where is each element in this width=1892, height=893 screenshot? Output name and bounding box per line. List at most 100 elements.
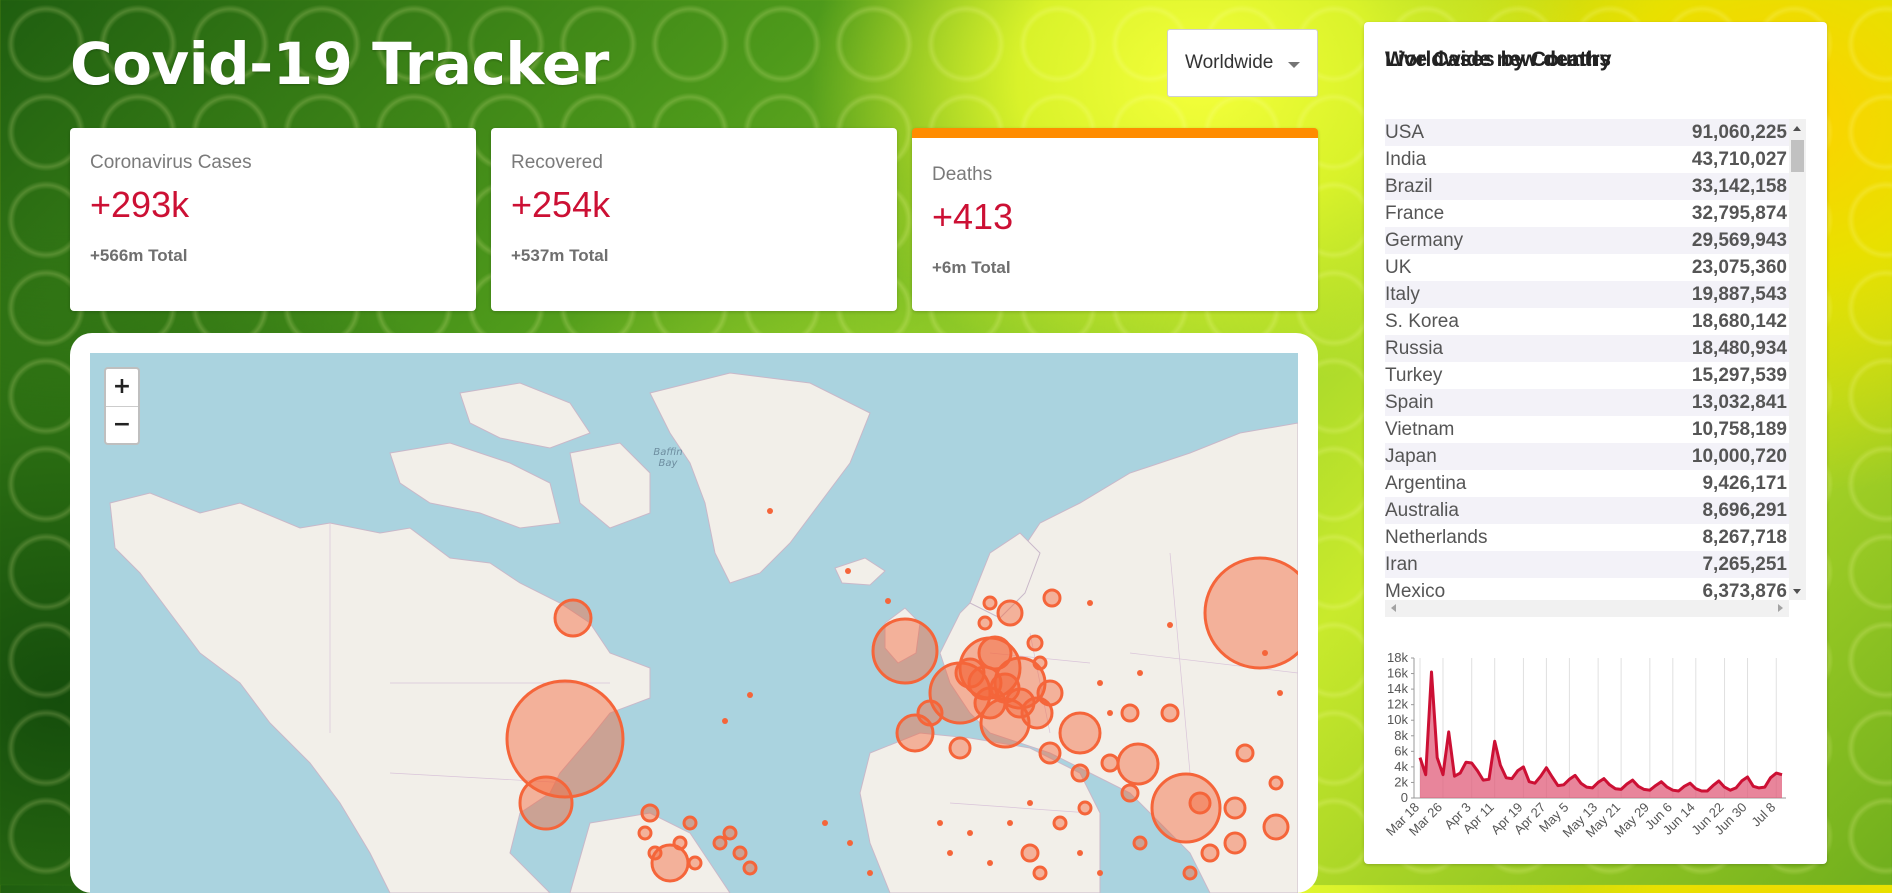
case-dot[interactable] bbox=[1277, 690, 1283, 696]
scroll-left-icon[interactable] bbox=[1391, 604, 1396, 612]
case-bubble[interactable] bbox=[871, 617, 939, 685]
map-basemap: Baffin Bay bbox=[109, 372, 1298, 893]
card-value: +413 bbox=[932, 196, 1014, 237]
case-bubble[interactable] bbox=[1058, 711, 1102, 755]
case-bubble[interactable] bbox=[647, 845, 663, 861]
country-name: Argentina bbox=[1385, 472, 1467, 494]
case-bubble[interactable] bbox=[1042, 588, 1062, 608]
case-dot[interactable] bbox=[947, 850, 953, 856]
horizontal-scrollbar[interactable] bbox=[1385, 600, 1789, 617]
case-dot[interactable] bbox=[1097, 870, 1103, 876]
scroll-thumb[interactable] bbox=[1791, 140, 1804, 172]
deaths-card[interactable]: Deaths +413 +6m Total bbox=[912, 128, 1318, 311]
country-name: Brazil bbox=[1385, 175, 1433, 197]
case-dot[interactable] bbox=[722, 718, 728, 724]
case-dot[interactable] bbox=[1167, 622, 1173, 628]
country-select[interactable]: Worldwide bbox=[1167, 29, 1318, 97]
arctic-island-land bbox=[459, 382, 591, 449]
country-name: USA bbox=[1385, 121, 1425, 143]
case-bubble[interactable] bbox=[1200, 843, 1220, 863]
case-bubble[interactable] bbox=[687, 855, 703, 871]
case-bubble[interactable] bbox=[1026, 634, 1044, 652]
case-bubble[interactable] bbox=[732, 845, 748, 861]
case-bubble[interactable] bbox=[1038, 741, 1062, 765]
case-dot[interactable] bbox=[1077, 850, 1083, 856]
case-bubble[interactable] bbox=[916, 699, 944, 727]
case-bubble[interactable] bbox=[1077, 800, 1093, 816]
case-bubble[interactable] bbox=[722, 825, 738, 841]
case-bubble[interactable] bbox=[1223, 831, 1247, 855]
case-bubble[interactable] bbox=[1182, 865, 1198, 881]
case-dot[interactable] bbox=[885, 598, 891, 604]
case-bubble[interactable] bbox=[1262, 813, 1290, 841]
new-deaths-chart: 02k4k6k8k10k12k14k16k18kMar 18Mar 26Apr … bbox=[1383, 650, 1786, 840]
case-bubble[interactable] bbox=[1235, 743, 1255, 763]
case-bubble[interactable] bbox=[1116, 742, 1160, 786]
case-dot[interactable] bbox=[1097, 680, 1103, 686]
vertical-scrollbar[interactable] bbox=[1789, 119, 1806, 600]
case-dot[interactable] bbox=[987, 860, 993, 866]
case-dot[interactable] bbox=[1007, 820, 1013, 826]
card-label: Coronavirus Cases bbox=[90, 152, 252, 173]
case-bubble[interactable] bbox=[996, 599, 1024, 627]
case-bubble[interactable] bbox=[948, 736, 972, 760]
case-bubble[interactable] bbox=[982, 595, 998, 611]
case-dot[interactable] bbox=[845, 568, 851, 574]
case-bubble[interactable] bbox=[977, 615, 993, 631]
map-label-baffin-bay: Baffin Bay bbox=[653, 447, 682, 469]
case-bubble[interactable] bbox=[1132, 835, 1148, 851]
case-bubble[interactable] bbox=[1100, 753, 1120, 773]
world-map[interactable]: Baffin Bay + − bbox=[90, 353, 1298, 893]
case-dot[interactable] bbox=[1027, 800, 1033, 806]
case-dot[interactable] bbox=[767, 508, 773, 514]
scroll-right-icon[interactable] bbox=[1778, 604, 1783, 612]
y-tick-label: 16k bbox=[1387, 666, 1408, 681]
case-bubble[interactable] bbox=[1223, 796, 1247, 820]
case-bubble[interactable] bbox=[640, 803, 660, 823]
case-dot[interactable] bbox=[1087, 600, 1093, 606]
case-bubble[interactable] bbox=[1120, 703, 1140, 723]
case-bubble[interactable] bbox=[1032, 655, 1048, 671]
case-dot[interactable] bbox=[1137, 670, 1143, 676]
zoom-out-button[interactable]: − bbox=[106, 407, 138, 444]
scroll-down-icon[interactable] bbox=[1793, 589, 1801, 594]
case-bubble[interactable] bbox=[518, 775, 574, 831]
card-label: Recovered bbox=[511, 152, 603, 173]
case-bubble[interactable] bbox=[637, 825, 653, 841]
case-bubble[interactable] bbox=[553, 598, 593, 638]
case-bubble[interactable] bbox=[1120, 783, 1140, 803]
case-dot[interactable] bbox=[822, 820, 828, 826]
case-bubble[interactable] bbox=[1203, 556, 1298, 670]
case-bubble[interactable] bbox=[742, 860, 758, 876]
case-bubble[interactable] bbox=[977, 635, 1013, 671]
case-dot[interactable] bbox=[747, 692, 753, 698]
case-bubble[interactable] bbox=[505, 679, 625, 799]
country-name: Australia bbox=[1385, 499, 1459, 521]
scroll-up-icon[interactable] bbox=[1793, 126, 1801, 131]
case-bubble[interactable] bbox=[1032, 865, 1048, 881]
case-bubble[interactable] bbox=[1188, 791, 1212, 815]
case-bubble[interactable] bbox=[682, 815, 698, 831]
case-dot[interactable] bbox=[1262, 650, 1268, 656]
case-bubble[interactable] bbox=[712, 835, 728, 851]
case-dot[interactable] bbox=[967, 830, 973, 836]
cases-card[interactable]: Coronavirus Cases +293k +566m Total bbox=[70, 128, 476, 311]
country-name: Netherlands bbox=[1385, 526, 1488, 548]
case-bubble[interactable] bbox=[1160, 703, 1180, 723]
case-bubble[interactable] bbox=[1036, 679, 1064, 707]
zoom-in-button[interactable]: + bbox=[106, 369, 138, 407]
case-bubble[interactable] bbox=[1052, 815, 1068, 831]
case-bubble[interactable] bbox=[1020, 843, 1040, 863]
case-dot[interactable] bbox=[1107, 710, 1113, 716]
zoom-control: + − bbox=[104, 367, 140, 445]
case-bubble[interactable] bbox=[1268, 775, 1284, 791]
case-dot[interactable] bbox=[937, 820, 943, 826]
recovered-card[interactable]: Recovered +254k +537m Total bbox=[491, 128, 897, 311]
case-count: 10,000,720 bbox=[1691, 445, 1787, 467]
case-dot[interactable] bbox=[847, 840, 853, 846]
country-name: S. Korea bbox=[1385, 310, 1459, 332]
case-bubble[interactable] bbox=[1070, 763, 1090, 783]
case-bubble[interactable] bbox=[672, 835, 688, 851]
cases-table[interactable]: USA 91,060,225 India 43,710,027 Brazil 33,142… bbox=[1385, 119, 1806, 617]
case-dot[interactable] bbox=[867, 870, 873, 876]
